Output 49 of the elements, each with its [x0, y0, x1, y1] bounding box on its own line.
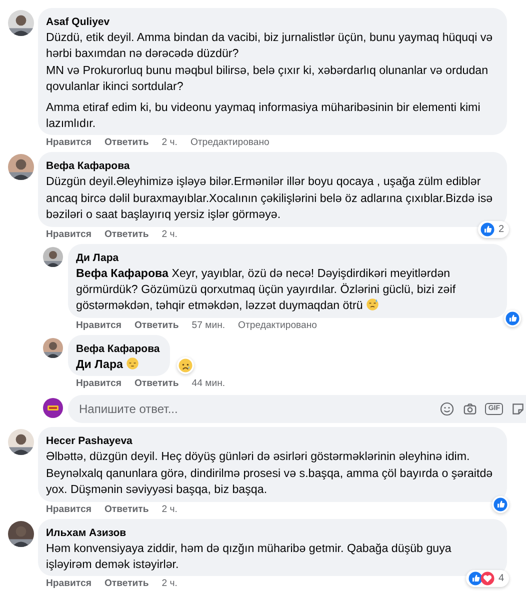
edited-label[interactable]: Отредактировано [238, 320, 317, 332]
sad-face-icon [178, 358, 193, 374]
timestamp[interactable]: 2 ч. [162, 137, 178, 150]
sweat-face-icon [366, 298, 380, 312]
reply-link[interactable]: Ответить [104, 137, 149, 150]
reply-link[interactable]: Ответить [104, 578, 149, 590]
thumbs-up-icon [493, 496, 508, 512]
comment-text: Həm konvensiyaya ziddir, həm də qızğın müharibə getmir. Qabağa düşüb guya işləyirəm demək istəyirlər. [46, 540, 452, 573]
camera-icon[interactable] [462, 401, 478, 418]
thumbs-up-icon [468, 571, 484, 586]
reply-link[interactable]: Ответить [134, 320, 179, 332]
timestamp[interactable]: 2 ч. [162, 578, 178, 590]
author-name[interactable]: Hecer Pashayeva [46, 435, 132, 448]
pensive-face-icon [126, 356, 140, 370]
comment-text: Amma etiraf edim ki, bu videonu yaymaq informasiya müharibəsinin bir elementi kimi lazımlıdır. [46, 100, 482, 132]
like-link[interactable]: Нравится [46, 578, 92, 590]
comment-text: Düzdü, etik deyil. Amma bindan da vacibi, biz jurnalistlər üçün, bunu yaymaq hüquqi və hərbi baxımdan nə dərəcədə düzdür? MN və Prokurorluq bunu məqbul bilirsə, belə çıxır ki, xəbərdarlıq olunanlar və ordudan qovulanlar ikinci sortdular? [46, 30, 494, 96]
like-link[interactable]: Нравится [76, 320, 122, 332]
reaction-summary[interactable]: 4 [466, 570, 509, 588]
reply-link[interactable]: Ответить [134, 378, 179, 390]
timestamp[interactable]: 44 мин. [192, 378, 226, 390]
sticker-icon[interactable] [510, 401, 526, 418]
comment-text: Вефа Кафарова Xeyr, yayıblar, özü də necə! Dəyişdirdikəri meyitlərdən görmürdük? Gözümüzü qorxutmaq üçün yayırdılar. Özlərini güclü, bizi zəif göstərməkdən, təhqir etməkdən, ləzzət duymaqdan ötrü [76, 266, 457, 314]
comment-text: Ди Лара [76, 356, 160, 374]
reply-link[interactable]: Ответить [104, 504, 149, 516]
author-name[interactable]: Asaf Quliyev [46, 16, 110, 28]
reaction-summary[interactable] [492, 496, 509, 512]
author-name[interactable]: Вефа Кафарова [46, 160, 130, 172]
author-name[interactable]: Ди Лара [76, 252, 119, 264]
like-link[interactable]: Нравится [46, 137, 92, 150]
reaction-summary[interactable] [176, 357, 194, 374]
like-link[interactable]: Нравится [46, 504, 92, 516]
author-name[interactable]: Ильхам Азизов [46, 526, 126, 538]
timestamp[interactable]: 2 ч. [162, 504, 178, 516]
like-link[interactable]: Нравится [76, 378, 122, 390]
thumbs-up-icon [480, 222, 496, 237]
author-name[interactable]: Вефа Кафарова [76, 342, 160, 355]
reply-link[interactable]: Ответить [104, 228, 149, 241]
thumbs-up-icon [505, 310, 520, 326]
reaction-summary[interactable]: 2 [478, 220, 509, 238]
edited-label[interactable]: Отредактировано [190, 137, 270, 150]
timestamp[interactable]: 57 мин. [192, 320, 226, 332]
like-link[interactable]: Нравится [46, 228, 92, 241]
emoji-icon[interactable] [439, 401, 456, 418]
comment-text: Düzgün deyil.Əleyhimizə işləyə bilər.Ermənilər illər boyu qocaya , uşağa zülm ediblər ancaq bircə dəlil buraxmayıblar.Xocalının çəkilişlərini belə öz adlarına çıxıblar.Bizdə isə bəziləri o saat başlayırıq yersiz işlər görməyə. [46, 174, 494, 224]
user-avatar-icon [43, 398, 63, 418]
reaction-summary[interactable] [504, 310, 521, 327]
timestamp[interactable]: 2 ч. [162, 228, 178, 241]
comment-text: Əlbəttə, düzgün deyil. Heç döyüş günləri də əsirləri göstərməklərinin əleyhinə idim. Beynəlxalq qanunlara görə, dindirilmə prosesi və s.başqa, amma çöl bayırda o şəraitdə yox. Düşmənin səviyyəsi başqa, biz başqa. [46, 449, 494, 498]
